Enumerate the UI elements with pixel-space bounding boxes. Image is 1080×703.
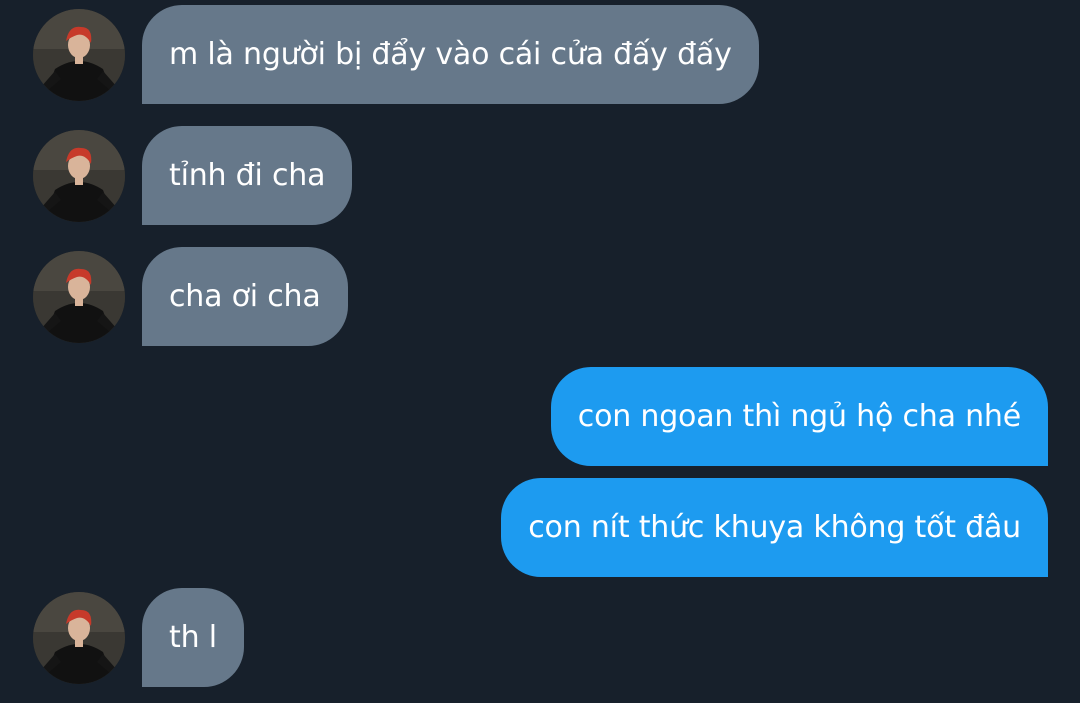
message-thread: m là người bị đẩy vào cái cửa đấy đấy tỉ…	[0, 0, 1080, 703]
incoming-message-bubble[interactable]: th l	[142, 588, 244, 687]
incoming-message-bubble[interactable]: cha ơi cha	[142, 247, 348, 346]
sender-avatar[interactable]	[33, 592, 125, 684]
avatar-photo-icon	[33, 9, 125, 101]
incoming-message-bubble[interactable]: tỉnh đi cha	[142, 126, 353, 225]
message-text: tỉnh đi cha	[169, 158, 326, 193]
message-text: th l	[169, 620, 217, 655]
outgoing-message-bubble[interactable]: con ngoan thì ngủ hộ cha nhé	[550, 367, 1048, 466]
avatar-photo-icon	[33, 130, 125, 222]
outgoing-message-bubble[interactable]: con nít thức khuya không tốt đâu	[501, 478, 1048, 577]
incoming-message-bubble[interactable]: m là người bị đẩy vào cái cửa đấy đấy	[142, 5, 759, 104]
avatar-photo-icon	[33, 592, 125, 684]
message-text: cha ơi cha	[169, 279, 321, 314]
avatar-photo-icon	[33, 251, 125, 343]
message-text: con ngoan thì ngủ hộ cha nhé	[577, 399, 1021, 434]
sender-avatar[interactable]	[33, 9, 125, 101]
message-text: con nít thức khuya không tốt đâu	[528, 510, 1021, 545]
sender-avatar[interactable]	[33, 130, 125, 222]
message-text: m là người bị đẩy vào cái cửa đấy đấy	[169, 37, 732, 72]
sender-avatar[interactable]	[33, 251, 125, 343]
